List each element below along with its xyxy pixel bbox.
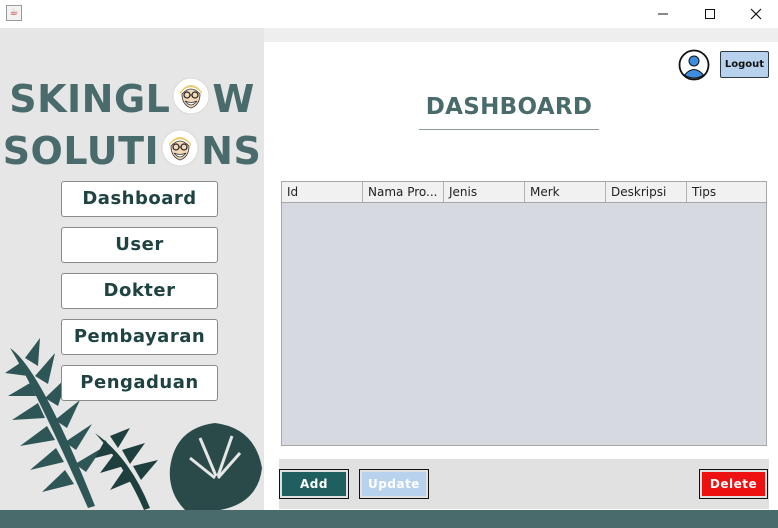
main-content: Logout DASHBOARD Id Nama Pro... Jenis Me…	[264, 42, 778, 510]
app-window: SKINGL W SOLUTI NS Dashboard User Dokter…	[0, 28, 778, 528]
column-header-nama-produk[interactable]: Nama Pro...	[363, 182, 444, 202]
leaves-decoration-icon	[5, 338, 262, 510]
close-button[interactable]	[733, 0, 778, 28]
java-cup-icon: ☕	[6, 5, 22, 21]
delete-button[interactable]: Delete	[699, 469, 768, 499]
add-button[interactable]: Add	[279, 469, 349, 499]
close-icon	[750, 8, 762, 20]
page-title: DASHBOARD	[425, 94, 593, 120]
column-header-deskripsi[interactable]: Deskripsi	[606, 182, 687, 202]
column-header-id[interactable]: Id	[282, 182, 363, 202]
brand-logo-icon	[171, 76, 211, 116]
brand-line-2: SOLUTI NS	[2, 128, 262, 173]
update-button[interactable]: Update	[359, 469, 429, 499]
minimize-button[interactable]	[640, 0, 686, 28]
column-header-merk[interactable]: Merk	[525, 182, 606, 202]
column-header-jenis[interactable]: Jenis	[444, 182, 525, 202]
table-header: Id Nama Pro... Jenis Merk Deskripsi Tips	[282, 182, 766, 203]
user-avatar-icon[interactable]	[678, 49, 710, 81]
minimize-icon	[658, 13, 668, 15]
column-header-tips[interactable]: Tips	[687, 182, 766, 202]
nav-user-button[interactable]: User	[61, 227, 218, 263]
nav-pengaduan-button[interactable]: Pengaduan	[61, 365, 218, 401]
nav-dashboard-button[interactable]: Dashboard	[61, 181, 218, 217]
data-table[interactable]: Id Nama Pro... Jenis Merk Deskripsi Tips	[281, 181, 767, 446]
brand-logo-icon	[160, 128, 200, 168]
footer-strip	[0, 510, 778, 528]
nav-pembayaran-button[interactable]: Pembayaran	[61, 319, 218, 355]
action-bar: Add Update Delete	[279, 459, 769, 509]
maximize-icon	[705, 9, 715, 19]
title-underline	[419, 129, 599, 130]
logout-button[interactable]: Logout	[720, 51, 769, 78]
window-titlebar: ☕	[0, 0, 778, 28]
maximize-button[interactable]	[687, 0, 733, 28]
brand-line-1: SKINGL W	[9, 76, 255, 121]
nav-dokter-button[interactable]: Dokter	[61, 273, 218, 309]
sidebar: SKINGL W SOLUTI NS Dashboard User Dokter…	[0, 28, 264, 510]
